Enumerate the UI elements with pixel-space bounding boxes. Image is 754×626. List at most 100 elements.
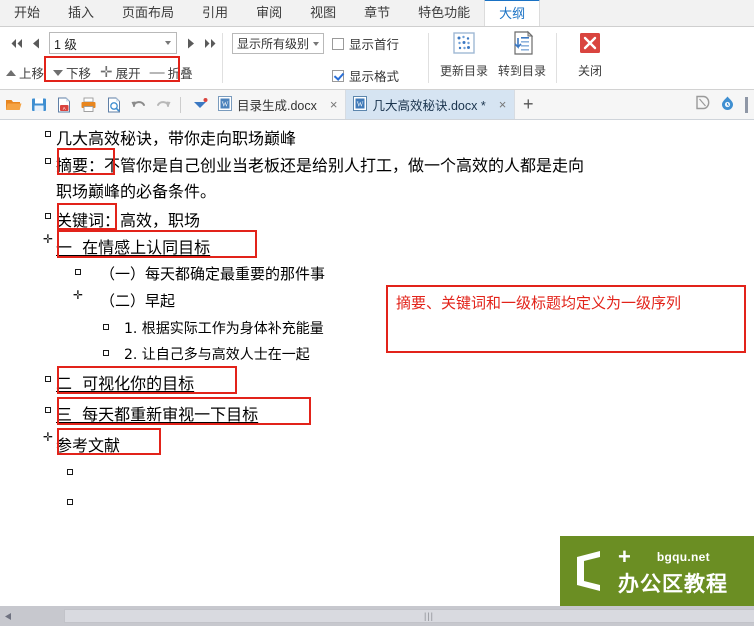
ribbon-tab-insert[interactable]: 插入 (54, 0, 108, 26)
outline-row-heading-3[interactable]: 三 每天都重新审视一下目标 (40, 401, 258, 425)
scroll-left-button[interactable] (0, 606, 16, 626)
outline-bullet-square-icon[interactable] (98, 344, 114, 362)
expand-button[interactable]: ✛ 展开 (100, 63, 141, 82)
redo-icon[interactable] (152, 93, 175, 117)
outline-bullet-square-icon[interactable] (40, 152, 56, 170)
outline-bullet-expand-icon[interactable]: ✛ (40, 233, 56, 245)
outline-text: （二）早起 (100, 292, 176, 310)
new-document-tab-button[interactable]: + (515, 94, 541, 115)
document-tab-toc[interactable]: W 目录生成.docx × (211, 90, 347, 119)
outline-row-sub-2-2[interactable]: 2. 让自己多与高效人士在一起 (98, 344, 310, 364)
outline-bullet-square-icon[interactable] (40, 401, 56, 419)
outline-row-abstract-cont[interactable]: 职场巅峰的必备条件。 (56, 178, 216, 202)
svg-text:A: A (62, 105, 65, 110)
show-level-select[interactable]: 显示所有级别 (232, 33, 324, 54)
outline-level-group: 1 级 上移 下移 ✛ 展开 — 折叠 (0, 27, 222, 90)
annotation-callout: 摘要、关键词和一级标题均定义为一级序列 (386, 285, 746, 353)
horizontal-scrollbar[interactable]: ||| (0, 606, 754, 626)
print-icon[interactable] (77, 93, 100, 117)
demote-button[interactable] (180, 33, 200, 53)
demote-to-body-button[interactable] (200, 33, 220, 53)
triangle-down-icon (53, 69, 64, 76)
ribbon-tab-page-layout[interactable]: 页面布局 (108, 0, 188, 26)
outline-row-heading-2[interactable]: 二 可视化你的目标 (40, 370, 194, 394)
customize-quick-access-icon[interactable] (188, 93, 211, 117)
outline-row-sub-1[interactable]: （一）每天都确定最重要的那件事 (70, 263, 325, 284)
ribbon-tab-references[interactable]: 引用 (188, 0, 242, 26)
goto-toc-icon (508, 30, 536, 60)
scrollbar-track[interactable]: ||| (16, 609, 754, 623)
outline-bullet-expand-icon[interactable]: ✛ (40, 431, 56, 443)
outline-row-references[interactable]: ✛ 参考文献 (40, 431, 120, 456)
outline-text: （一）每天都确定最重要的那件事 (100, 265, 326, 283)
goto-toc-button[interactable]: 转到目录 (494, 30, 550, 87)
export-pdf-icon[interactable]: A (52, 93, 75, 117)
outline-row-sub-2-1[interactable]: 1. 根据实际工作为身体补充能量 (98, 318, 324, 338)
ribbon-tab-outline[interactable]: 大纲 (484, 0, 541, 26)
outline-text: 2. 让自己多与高效人士在一起 (124, 347, 310, 363)
ribbon-tab-review[interactable]: 审阅 (242, 0, 296, 26)
ribbon-tab-view[interactable]: 视图 (296, 0, 350, 26)
move-down-button[interactable]: 下移 (53, 63, 91, 82)
show-format-checkbox[interactable]: 显示格式 (332, 66, 399, 85)
print-preview-icon[interactable] (102, 93, 125, 117)
cloud-icon[interactable] (719, 95, 736, 115)
outline-row-title[interactable]: 几大高效秘诀，带你走向职场巅峰 (40, 125, 296, 149)
outline-bullet-expand-icon[interactable]: ✛ (70, 289, 86, 301)
word-outline-window: 开始 插入 页面布局 引用 审阅 视图 章节 特色功能 大纲 1 级 上移 下移… (0, 0, 754, 626)
double-right-arrow-icon (204, 38, 215, 48)
outline-document-area[interactable]: 几大高效秘诀，带你走向职场巅峰 摘要：不管你是自己创业当老板还是给别人打工，做一… (0, 120, 754, 606)
outline-row-sub-2[interactable]: ✛ （二）早起 (70, 289, 176, 311)
close-tab-icon[interactable]: × (499, 97, 507, 112)
ribbon-tab-special-features[interactable]: 特色功能 (404, 0, 484, 26)
ribbon-tab-sections[interactable]: 章节 (350, 0, 404, 26)
group-divider-1 (222, 33, 223, 83)
outline-level-select[interactable]: 1 级 (49, 32, 177, 54)
ribbon-tab-start[interactable]: 开始 (0, 0, 54, 26)
outline-bullet-square-icon[interactable] (40, 370, 56, 388)
document-tab-title: 目录生成.docx (237, 99, 317, 113)
chevron-down-icon (313, 41, 319, 46)
document-tab-secrets[interactable]: W 几大高效秘诀.docx * × (346, 90, 516, 119)
outline-bullet-square-icon[interactable] (62, 463, 78, 481)
outline-text: 1. 根据实际工作为身体补充能量 (124, 321, 324, 337)
outline-level-value: 1 级 (54, 37, 77, 52)
move-up-label: 上移 (19, 67, 45, 81)
outline-bullet-square-icon[interactable] (40, 207, 56, 225)
scrollbar-thumb[interactable]: ||| (64, 609, 754, 623)
ribbon-content: 1 级 上移 下移 ✛ 展开 — 折叠 显示所有级别 显示首行 显示格式 更新目… (0, 27, 754, 90)
move-up-button[interactable]: 上移 (6, 63, 44, 82)
svg-text:W: W (357, 100, 364, 108)
collapse-button[interactable]: — 折叠 (150, 63, 193, 82)
outline-row-keywords[interactable]: 关键词：高效，职场 (40, 207, 200, 231)
outline-row-empty-2[interactable] (62, 493, 78, 511)
scrollbar-grip-icon: ||| (423, 611, 434, 621)
outline-bullet-square-icon[interactable] (98, 318, 114, 336)
group-divider-3 (556, 33, 557, 83)
checkbox-box (332, 37, 344, 50)
outline-text: 一 在情感上认同目标 (56, 238, 211, 257)
show-first-line-checkbox[interactable]: 显示首行 (332, 34, 399, 53)
undo-icon[interactable] (127, 93, 150, 117)
group-divider-2 (428, 33, 429, 83)
outline-bullet-square-icon[interactable] (70, 263, 86, 281)
minus-icon: — (149, 63, 165, 81)
close-tab-icon[interactable]: × (330, 97, 338, 112)
update-toc-button[interactable]: 更新目录 (436, 30, 492, 87)
outline-bullet-square-icon[interactable] (40, 125, 56, 143)
watermark-name: 办公区教程 (618, 573, 728, 596)
svg-text:W: W (222, 100, 229, 108)
save-icon[interactable] (27, 93, 50, 117)
close-outline-view-button[interactable]: 关闭 (562, 30, 618, 87)
doc-tools-icon[interactable] (695, 95, 710, 115)
promote-to-heading1-button[interactable] (6, 33, 26, 53)
outline-row-empty-1[interactable] (62, 463, 78, 481)
goto-toc-label: 转到目录 (497, 64, 546, 78)
outline-row-abstract[interactable]: 摘要：不管你是自己创业当老板还是给别人打工，做一个高效的人都是走向 (40, 152, 584, 176)
promote-button[interactable] (26, 33, 46, 53)
show-first-line-label: 显示首行 (349, 38, 400, 52)
watermark-url: bgqu.net (656, 550, 710, 564)
outline-row-heading-1[interactable]: ✛ 一 在情感上认同目标 (40, 233, 211, 258)
outline-bullet-square-icon[interactable] (62, 493, 78, 511)
open-icon[interactable] (2, 93, 25, 117)
